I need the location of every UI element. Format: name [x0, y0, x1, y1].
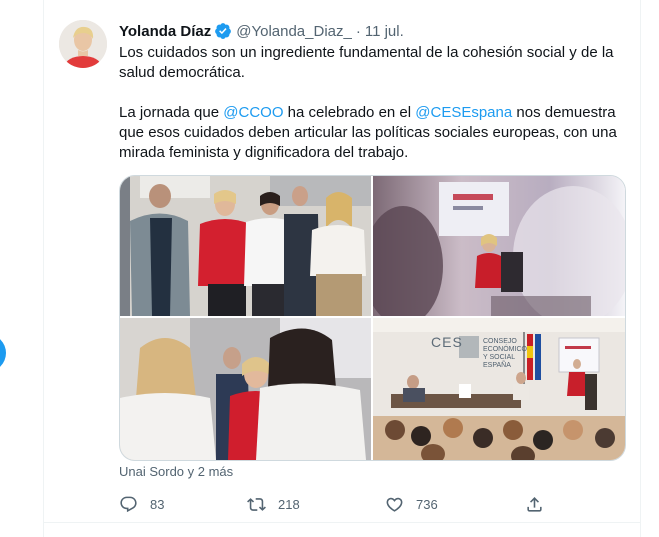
share-button[interactable] — [525, 489, 544, 519]
ces-caption-line: CONSEJO — [483, 338, 517, 345]
photo-speaker-podium[interactable] — [373, 176, 625, 316]
photo-group-walking[interactable] — [120, 176, 371, 316]
like-icon — [386, 497, 403, 512]
mention-ccoo-link[interactable]: @CCOO — [223, 104, 283, 121]
ces-caption-line: ESPAÑA — [483, 362, 511, 369]
tagged-people-link[interactable]: Unai Sordo y 2 más — [119, 464, 233, 479]
like-count: 736 — [416, 496, 438, 512]
author-name[interactable]: Yolanda Díaz — [119, 23, 211, 40]
tweet-header: Yolanda Díaz @Yolanda_Diaz_ · 11 jul. — [119, 20, 404, 42]
left-column — [0, 0, 43, 537]
media-grid: CES CONSEJO ECONÓMICO Y SOCIAL ESPAÑA — [119, 175, 626, 461]
ces-caption-line: Y SOCIAL — [483, 354, 516, 361]
tweet-text-segment: ha celebrado en el — [283, 104, 416, 121]
photo-ces-auditorium[interactable]: CES CONSEJO ECONÓMICO Y SOCIAL ESPAÑA — [373, 318, 625, 460]
share-icon — [527, 496, 542, 512]
ces-caption-line: ECONÓMICO — [483, 346, 527, 353]
verified-badge-icon — [214, 22, 232, 40]
timeline-border-right — [640, 0, 641, 537]
tweet-paragraph-2: La jornada que @CCOO ha celebrado en el … — [119, 103, 619, 163]
tweet-text-segment: La jornada que — [119, 104, 224, 121]
tweet-body: Los cuidados son un ingrediente fundamen… — [119, 43, 619, 163]
tweet-actions: 83 218 736 — [119, 489, 549, 519]
tweet-paragraph-1: Los cuidados son un ingrediente fundamen… — [119, 44, 614, 81]
timeline-border-left — [43, 0, 44, 537]
tweet-divider — [44, 522, 640, 523]
photo-conversation[interactable] — [120, 318, 371, 460]
reply-icon — [120, 496, 137, 512]
author-avatar[interactable] — [59, 20, 107, 68]
ces-caption: CONSEJO ECONÓMICO Y SOCIAL ESPAÑA — [483, 338, 527, 370]
retweet-icon — [247, 497, 266, 511]
reply-count: 83 — [150, 496, 165, 512]
header-separator: · — [355, 22, 361, 40]
tagged-people-label: Unai Sordo y 2 más — [119, 464, 234, 479]
ces-logo-text: CES — [431, 334, 463, 350]
reply-button[interactable]: 83 — [119, 489, 164, 519]
tweet-date[interactable]: 11 jul. — [365, 23, 404, 40]
retweet-count: 218 — [278, 496, 300, 512]
mention-cesespana-link[interactable]: @CESEspana — [415, 104, 512, 121]
retweet-button[interactable]: 218 — [247, 489, 300, 519]
author-handle[interactable]: @Yolanda_Diaz_ — [236, 23, 352, 40]
like-button[interactable]: 736 — [385, 489, 438, 519]
